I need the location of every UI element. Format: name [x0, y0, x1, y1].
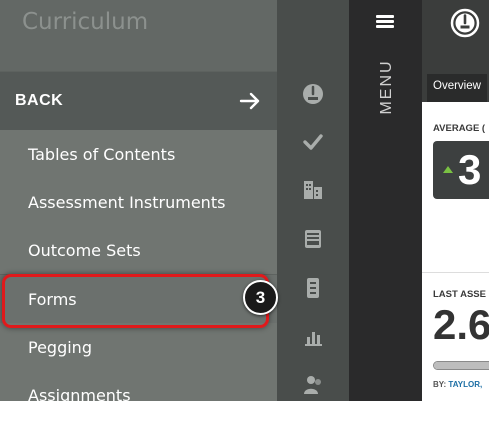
gauge-icon[interactable]	[301, 82, 325, 106]
nav-item-assignments[interactable]: Assignments	[0, 371, 277, 401]
cabinet-icon[interactable]	[301, 276, 325, 300]
last-assessment-card: LAST ASSE 2.6 BY: TAYLOR,	[422, 275, 489, 401]
checkmark-icon[interactable]	[301, 130, 325, 154]
by-line: BY: TAYLOR,	[433, 380, 482, 389]
tab-overview[interactable]: Overview	[427, 74, 487, 102]
nav-item-assessment-instruments[interactable]: Assessment Instruments	[0, 178, 277, 227]
step-badge: 3	[243, 280, 278, 315]
nav-item-pegging[interactable]: Pegging	[0, 323, 277, 372]
hamburger-icon[interactable]	[376, 15, 394, 29]
nav-item-outcome-sets[interactable]: Outcome Sets	[0, 226, 277, 275]
curriculum-panel: Curriculum BACK Tables of Contents Asses…	[0, 0, 277, 401]
back-label: BACK	[15, 92, 64, 109]
forms-highlight	[2, 274, 269, 328]
average-value: 3	[458, 146, 482, 193]
nav-item-tables-of-contents[interactable]: Tables of Contents	[0, 130, 277, 179]
nav-item-label: Assessment Instruments	[28, 193, 226, 212]
inbox-tray-icon[interactable]	[301, 227, 325, 251]
last-assessment-value: 2.6	[433, 301, 489, 348]
menu-strip[interactable]: MENU	[349, 0, 422, 401]
buildings-icon[interactable]	[301, 178, 325, 202]
average-card: AVERAGE ( 3	[422, 102, 489, 273]
gauge-logo-icon[interactable]	[450, 8, 480, 38]
panel-title: Curriculum	[22, 9, 149, 35]
menu-label: MENU	[378, 59, 395, 115]
average-box: 3	[433, 141, 489, 199]
dashboard-content: Overview AVERAGE ( 3 LAST ASSE 2.6 BY: T…	[422, 0, 489, 401]
app-frame: Curriculum BACK Tables of Contents Asses…	[0, 0, 489, 401]
icon-rail	[277, 0, 349, 401]
nav-item-label: Pegging	[28, 338, 92, 357]
arrow-right-icon	[239, 92, 260, 110]
progress-fill	[434, 362, 489, 369]
trend-up-icon	[443, 166, 453, 173]
nav-item-label: Tables of Contents	[28, 145, 176, 164]
bar-chart-icon[interactable]	[301, 324, 325, 348]
users-icon[interactable]	[301, 373, 325, 397]
average-label: AVERAGE (	[433, 123, 486, 134]
back-button[interactable]: BACK	[0, 71, 277, 131]
progress-bar	[433, 361, 489, 370]
by-prefix: BY:	[433, 380, 449, 389]
top-bar	[422, 0, 489, 70]
last-assessment-label: LAST ASSE	[433, 289, 486, 300]
nav-item-label: Outcome Sets	[28, 241, 141, 260]
author-link[interactable]: TAYLOR,	[448, 380, 482, 389]
nav-item-label: Assignments	[28, 386, 131, 401]
tab-bar: Overview	[422, 70, 489, 102]
